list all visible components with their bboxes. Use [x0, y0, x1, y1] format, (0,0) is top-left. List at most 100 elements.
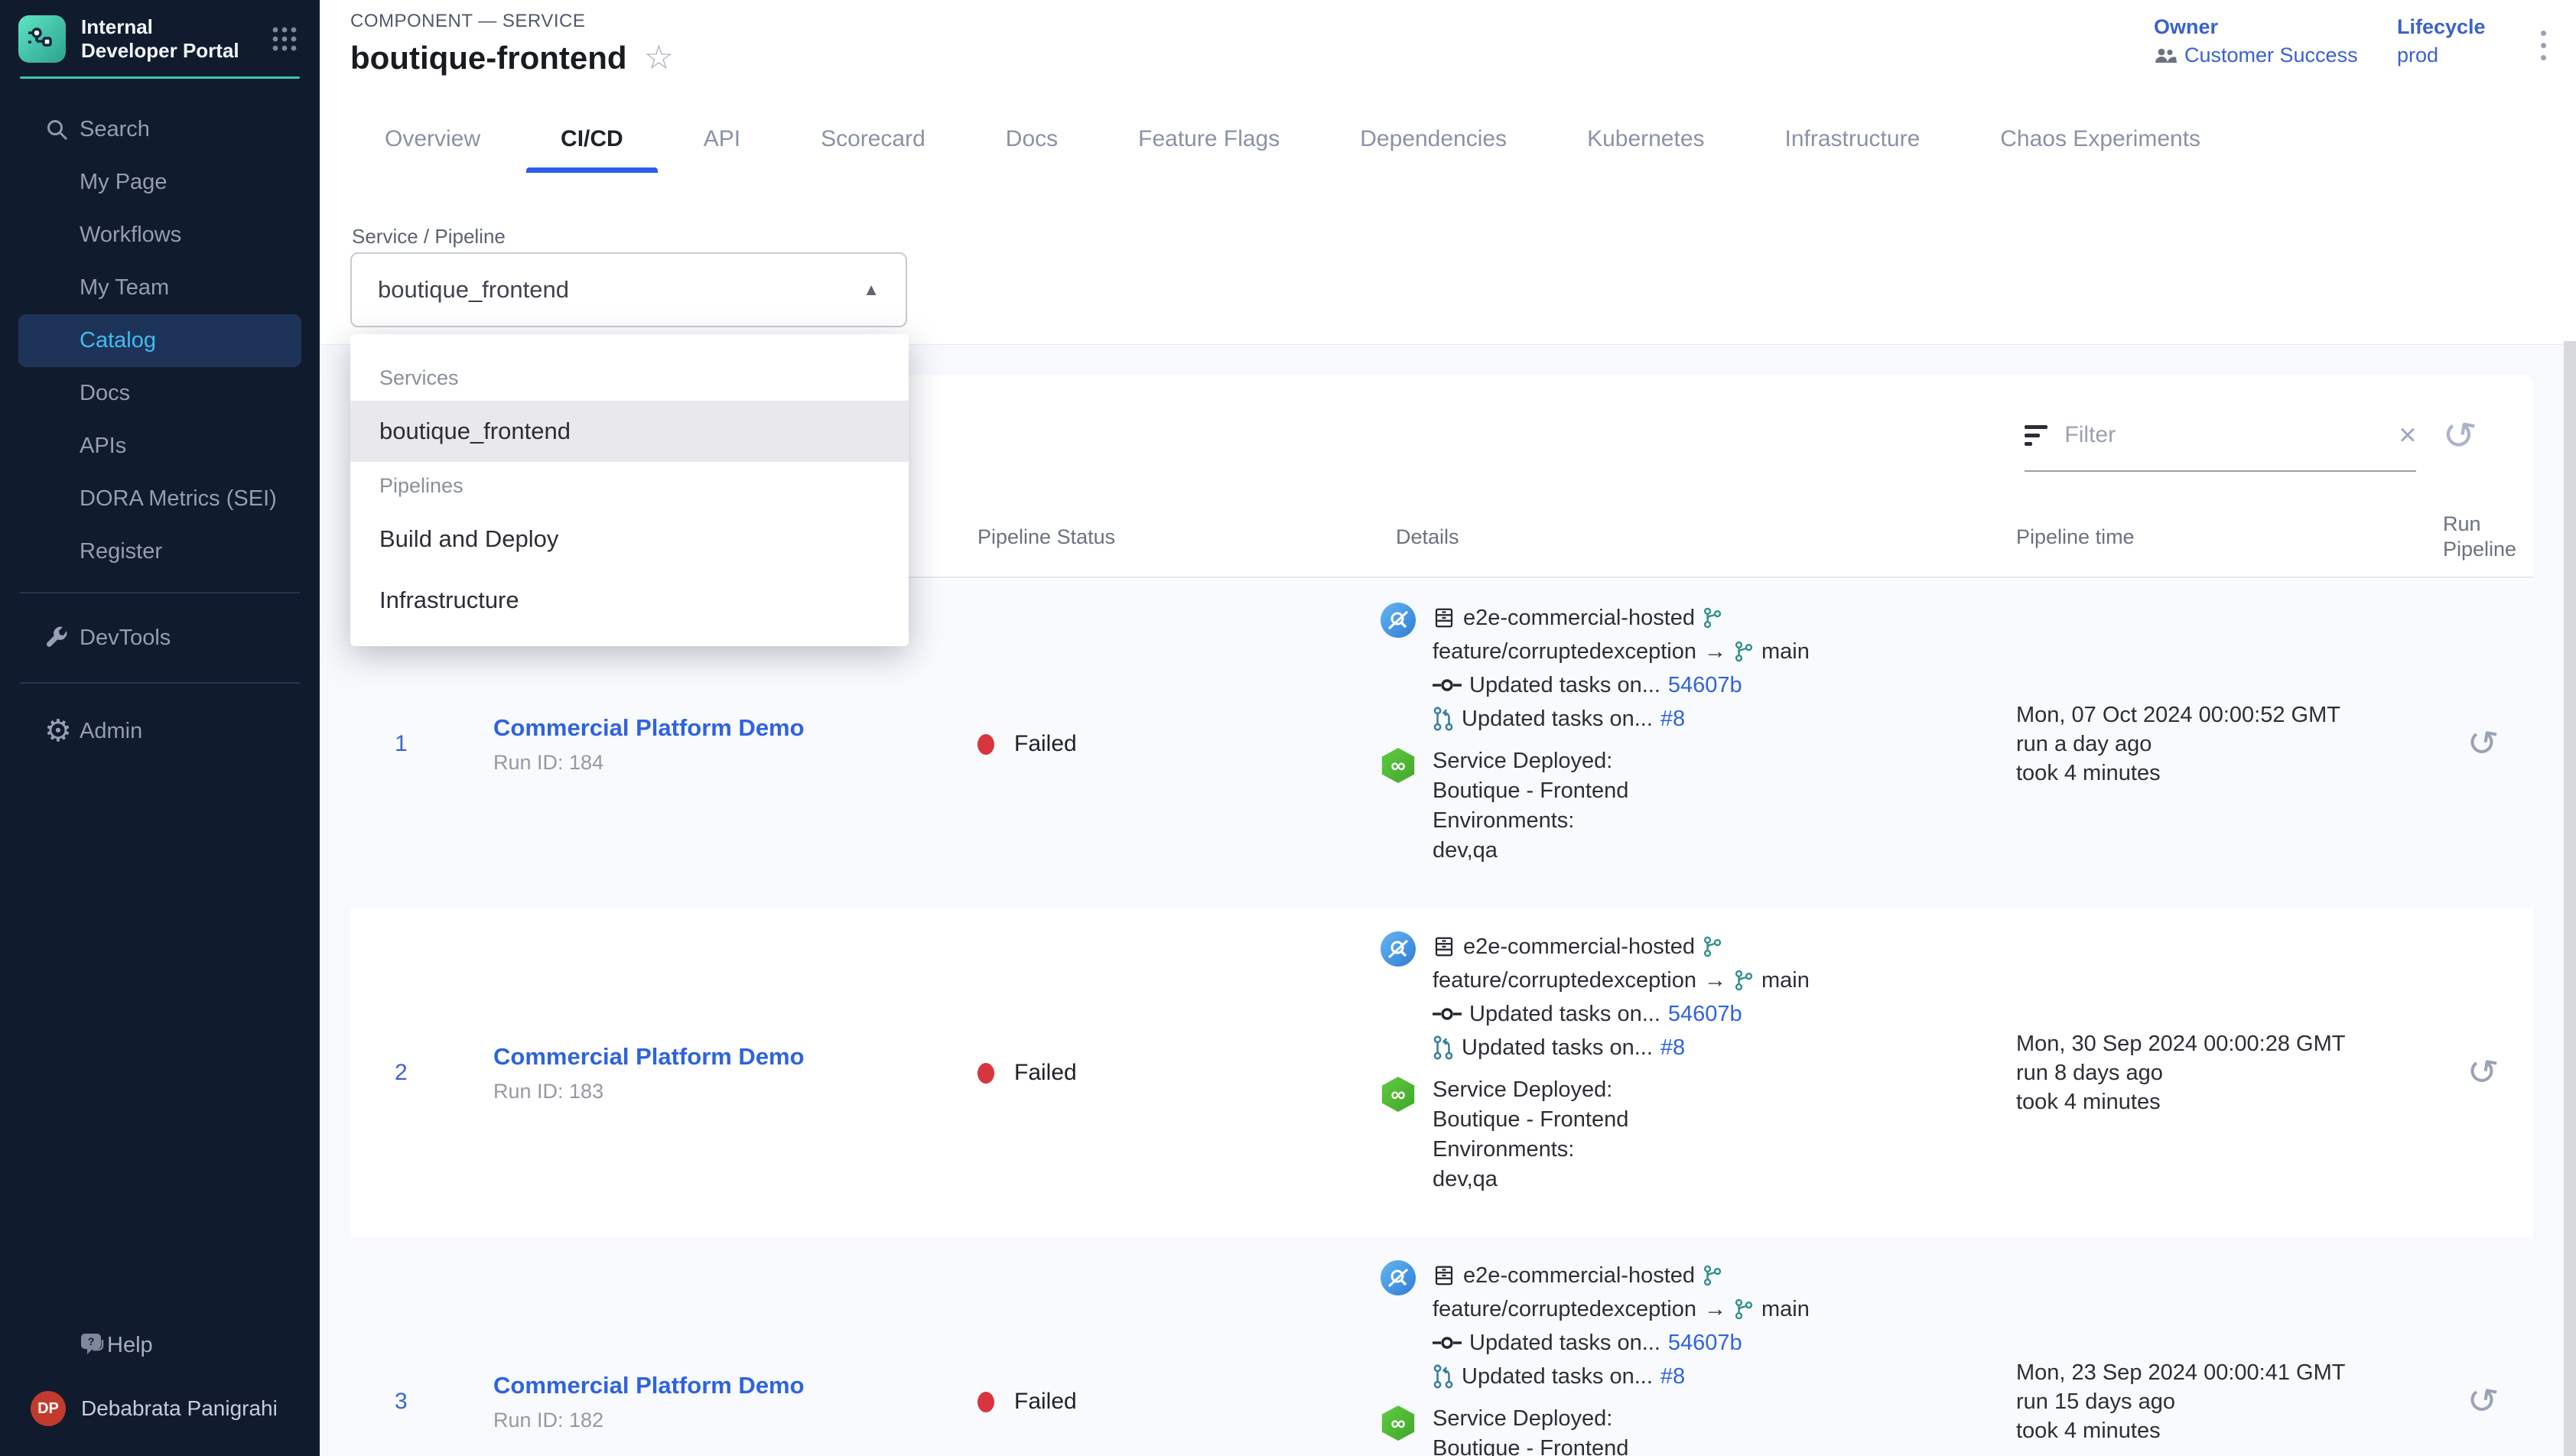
sidebar-bottom: ? Help DP Debabrata Panigrahi — [0, 1318, 320, 1456]
favorite-star-icon[interactable]: ☆ — [644, 41, 674, 75]
gear-icon: ⚙ — [44, 716, 72, 746]
page-title: boutique-frontend — [350, 40, 627, 76]
refresh-icon[interactable]: ↺ — [2439, 414, 2479, 459]
pipeline-select[interactable]: boutique_frontend ▲ — [350, 252, 907, 327]
more-options-icon[interactable] — [2536, 26, 2551, 65]
sidebar-nav: Search My Page Workflows My Team Catalog… — [0, 79, 320, 762]
branch-from[interactable]: feature/corruptedexception — [1433, 639, 1696, 665]
branch-icon — [1734, 970, 1754, 991]
dropdown-option-boutique-frontend[interactable]: boutique_frontend — [350, 401, 909, 462]
status-text: Failed — [1014, 1389, 1077, 1415]
tab-api[interactable]: API — [669, 106, 775, 173]
pipeline-link[interactable]: Commercial Platform Demo — [493, 1372, 977, 1399]
branch-from[interactable]: feature/corruptedexception — [1433, 1297, 1696, 1322]
sidebar: Internal Developer Portal Search My Pa — [0, 0, 320, 1456]
sidebar-item-register[interactable]: Register — [0, 525, 320, 578]
pipeline-link[interactable]: Commercial Platform Demo — [493, 1043, 977, 1071]
tab-chaos-experiments[interactable]: Chaos Experiments — [1966, 106, 2235, 173]
sidebar-item-my-team[interactable]: My Team — [0, 262, 320, 314]
tab-overview[interactable]: Overview — [350, 106, 515, 173]
branch-icon — [1734, 641, 1754, 662]
sidebar-item-docs[interactable]: Docs — [0, 367, 320, 420]
cd-detail-block: ∞ Service Deployed: Boutique - Frontend … — [1381, 1075, 2016, 1194]
table-toolbar: Filter × ↺ — [2025, 375, 2533, 497]
details-cell: e2e-commercial-hosted feature/corruptede… — [1381, 908, 2016, 1237]
repo-icon — [1433, 606, 1456, 629]
repo-name[interactable]: e2e-commercial-hosted — [1463, 606, 1695, 631]
user-menu[interactable]: DP Debabrata Panigrahi — [0, 1372, 320, 1445]
rerun-pipeline-icon[interactable]: ↺ — [2464, 723, 2500, 765]
sidebar-item-catalog[interactable]: Catalog — [18, 314, 301, 367]
tab-infrastructure[interactable]: Infrastructure — [1751, 106, 1955, 173]
ci-stage-icon — [1381, 1260, 1416, 1295]
pull-request-icon — [1433, 1035, 1454, 1060]
arrow-icon: → — [1704, 1297, 1726, 1322]
details-cell: e2e-commercial-hosted feature/corruptede… — [1381, 1237, 2016, 1456]
ci-stage-icon — [1381, 603, 1416, 638]
tab-cicd[interactable]: CI/CD — [526, 106, 658, 173]
pr-link[interactable]: #8 — [1660, 1035, 1685, 1061]
tab-bar: Overview CI/CD API Scorecard Docs Featur… — [350, 106, 2235, 173]
sidebar-item-dora-metrics[interactable]: DORA Metrics (SEI) — [0, 473, 320, 525]
tab-dependencies[interactable]: Dependencies — [1325, 106, 1541, 173]
commit-icon — [1433, 677, 1462, 694]
status-text: Failed — [1014, 731, 1077, 757]
repo-name[interactable]: e2e-commercial-hosted — [1463, 934, 1695, 960]
rerun-pipeline-icon[interactable]: ↺ — [2464, 1052, 2500, 1094]
run-id: Run ID: 182 — [493, 1409, 977, 1432]
tab-kubernetes[interactable]: Kubernetes — [1553, 106, 1738, 173]
deploy-service: Boutique - Frontend — [1433, 1434, 1628, 1456]
rerun-pipeline-icon[interactable]: ↺ — [2464, 1381, 2500, 1422]
app-root: Internal Developer Portal Search My Pa — [0, 0, 2576, 1456]
deploy-title: Service Deployed: — [1433, 746, 1628, 776]
arrow-icon: → — [1704, 968, 1726, 993]
cd-detail-block: ∞ Service Deployed: Boutique - Frontend … — [1381, 1404, 2016, 1456]
sidebar-item-apis[interactable]: APIs — [0, 420, 320, 473]
cd-stage-icon: ∞ — [1381, 1406, 1416, 1441]
arrow-icon: → — [1704, 639, 1726, 665]
filter-input[interactable]: Filter × — [2025, 400, 2416, 472]
sidebar-item-my-page[interactable]: My Page — [0, 156, 320, 209]
table-body: 1 Commercial Platform Demo Run ID: 184 F… — [350, 580, 2533, 1456]
commit-link[interactable]: 54607b — [1668, 1002, 1742, 1027]
sidebar-item-devtools[interactable]: DevTools — [0, 607, 320, 668]
branch-to[interactable]: main — [1761, 968, 1810, 993]
dropdown-option-build-and-deploy[interactable]: Build and Deploy — [350, 509, 909, 570]
cd-stage-icon: ∞ — [1381, 748, 1416, 783]
commit-link[interactable]: 54607b — [1668, 673, 1742, 698]
status-dot-failed — [977, 734, 994, 755]
sidebar-item-admin[interactable]: ⚙ Admin — [0, 700, 320, 762]
clear-filter-icon[interactable]: × — [2399, 420, 2416, 450]
entity-header: COMPONENT — SERVICE boutique-frontend ☆ … — [320, 0, 2576, 345]
pr-link[interactable]: #8 — [1660, 707, 1685, 732]
deploy-env-label: Environments: — [1433, 806, 1628, 836]
sidebar-item-workflows[interactable]: Workflows — [0, 209, 320, 262]
pr-link[interactable]: #8 — [1660, 1364, 1685, 1389]
tab-scorecard[interactable]: Scorecard — [786, 106, 960, 173]
dropdown-option-infrastructure[interactable]: Infrastructure — [350, 570, 909, 631]
branch-icon — [1734, 1298, 1754, 1320]
owner-link[interactable]: Customer Success — [2184, 44, 2358, 67]
search-icon — [44, 117, 70, 143]
tab-feature-flags[interactable]: Feature Flags — [1104, 106, 1314, 173]
branch-to[interactable]: main — [1761, 1297, 1810, 1322]
commit-text: Updated tasks on... — [1469, 1331, 1660, 1356]
branch-from[interactable]: feature/corruptedexception — [1433, 968, 1696, 993]
ci-detail-block: e2e-commercial-hosted feature/corruptede… — [1381, 601, 2016, 736]
repo-icon — [1433, 1264, 1456, 1287]
pr-text: Updated tasks on... — [1462, 1364, 1653, 1389]
pipeline-link[interactable]: Commercial Platform Demo — [493, 714, 977, 742]
apps-grid-icon[interactable] — [268, 22, 301, 56]
sidebar-item-search[interactable]: Search — [0, 103, 320, 156]
filter-icon — [2025, 425, 2047, 446]
branch-to[interactable]: main — [1761, 639, 1810, 665]
help-button[interactable]: ? Help — [0, 1318, 320, 1372]
status-dot-failed — [977, 1392, 994, 1412]
repo-name[interactable]: e2e-commercial-hosted — [1463, 1263, 1695, 1289]
dropdown-group-services: Services — [350, 354, 909, 401]
cd-detail-block: ∞ Service Deployed: Boutique - Frontend … — [1381, 746, 2016, 866]
deploy-service: Boutique - Frontend — [1433, 776, 1628, 806]
vertical-scrollbar[interactable] — [2564, 341, 2576, 1456]
tab-docs[interactable]: Docs — [971, 106, 1092, 173]
commit-link[interactable]: 54607b — [1668, 1331, 1742, 1356]
